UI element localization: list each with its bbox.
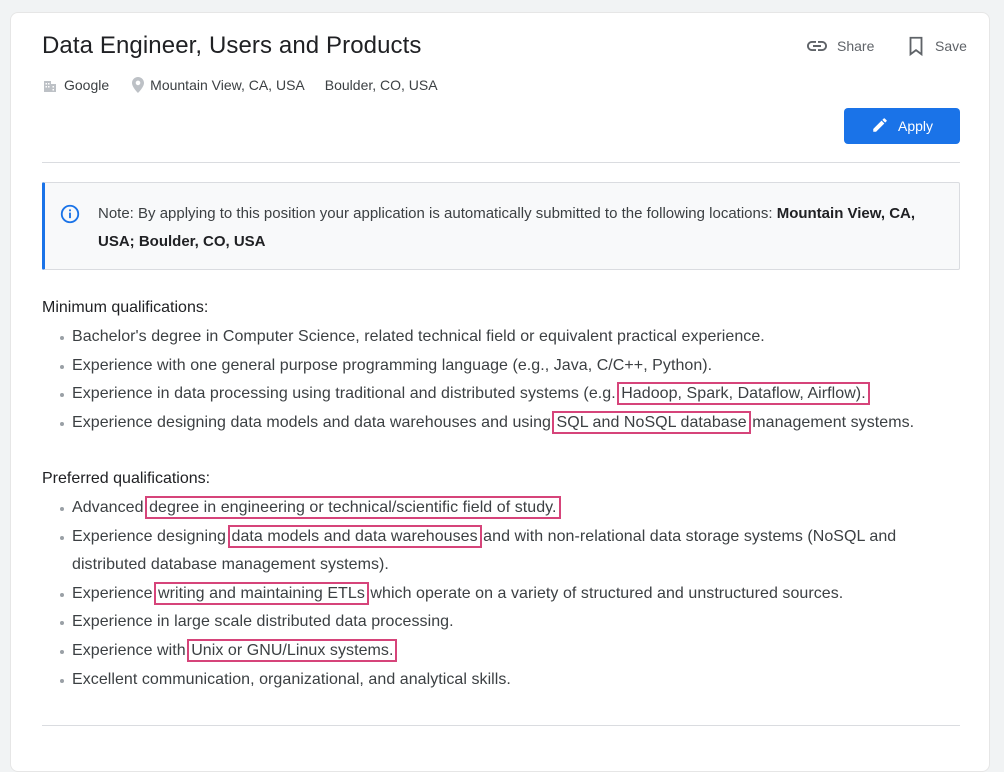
item-text: Experience designing <box>72 527 231 545</box>
highlighted-phrase: SQL and NoSQL database <box>552 410 751 434</box>
item-text: Bachelor's degree in Computer Science, r… <box>72 328 765 345</box>
list-item: Experience in data processing using trad… <box>42 380 942 409</box>
location-primary: Mountain View, CA, USA <box>150 77 305 93</box>
apply-button[interactable]: Apply <box>844 108 960 144</box>
save-label: Save <box>935 38 967 54</box>
highlighted-phrase: data models and data warehouses <box>227 524 482 548</box>
list-item: Experience in large scale distributed da… <box>42 608 942 637</box>
list-item: Experience writing and maintaining ETLs … <box>42 580 942 609</box>
save-button[interactable]: Save <box>905 34 967 58</box>
building-icon <box>42 77 58 93</box>
note-prefix: Note: By applying to this position your … <box>98 205 777 222</box>
item-text: Experience in data processing using trad… <box>72 385 621 403</box>
location-note: Note: By applying to this position your … <box>42 182 960 270</box>
item-text: Experience with <box>72 641 191 659</box>
note-text: Note: By applying to this position your … <box>98 200 948 256</box>
item-text: Experience with one general purpose prog… <box>72 356 713 374</box>
item-text: Advanced <box>72 499 149 516</box>
highlighted-phrase: Unix or GNU/Linux systems. <box>187 638 398 662</box>
job-detail-card: Data Engineer, Users and Products Share … <box>10 12 990 772</box>
list-item: Advanced degree in engineering or techni… <box>42 494 942 523</box>
preferred-qualifications-heading: Preferred qualifications: <box>42 470 211 487</box>
header-divider <box>42 162 960 163</box>
highlighted-phrase: Hadoop, Spark, Dataflow, Airflow). <box>617 382 870 406</box>
preferred-qualifications-list: Advanced degree in engineering or techni… <box>42 494 942 694</box>
location-pin-icon <box>132 77 145 93</box>
location-secondary: Boulder, CO, USA <box>324 77 438 93</box>
item-text: Excellent communication, organizational,… <box>72 670 511 688</box>
info-icon <box>59 203 81 230</box>
apply-label: Apply <box>897 118 934 134</box>
company-info: Google <box>42 77 109 93</box>
item-text: Experience in large scale distributed da… <box>72 613 454 631</box>
highlighted-phrase: writing and maintaining ETLs <box>154 581 369 605</box>
highlighted-phrase: degree in engineering or technical/scien… <box>145 496 561 519</box>
company-name: Google <box>64 77 110 93</box>
link-icon <box>805 34 829 58</box>
item-text-tail: management systems. <box>747 413 915 431</box>
location-info: Mountain View, CA, USA Boulder, CO, USA <box>132 77 438 93</box>
list-item: Bachelor's degree in Computer Science, r… <box>42 323 942 352</box>
job-title: Data Engineer, Users and Products <box>42 32 422 59</box>
share-label: Share <box>837 38 875 54</box>
list-item: Excellent communication, organizational,… <box>42 666 942 695</box>
list-item: Experience with one general purpose prog… <box>42 352 942 381</box>
pencil-icon <box>871 116 889 137</box>
footer-divider <box>42 725 960 726</box>
item-text: Experience <box>72 584 158 602</box>
item-text-tail: which operate on a variety of structured… <box>365 584 844 602</box>
minimum-qualifications-heading: Minimum qualifications: <box>42 299 209 316</box>
list-item: Experience designing data models and dat… <box>42 409 942 438</box>
item-text: Experience designing data models and dat… <box>72 413 556 431</box>
list-item: Experience with Unix or GNU/Linux system… <box>42 637 942 666</box>
list-item: Experience designing data models and dat… <box>42 523 942 580</box>
bookmark-icon <box>905 34 927 58</box>
minimum-qualifications-list: Bachelor's degree in Computer Science, r… <box>42 323 942 437</box>
job-meta: Google Mountain View, CA, USA Boulder, C… <box>42 77 438 93</box>
share-button[interactable]: Share <box>805 34 874 58</box>
